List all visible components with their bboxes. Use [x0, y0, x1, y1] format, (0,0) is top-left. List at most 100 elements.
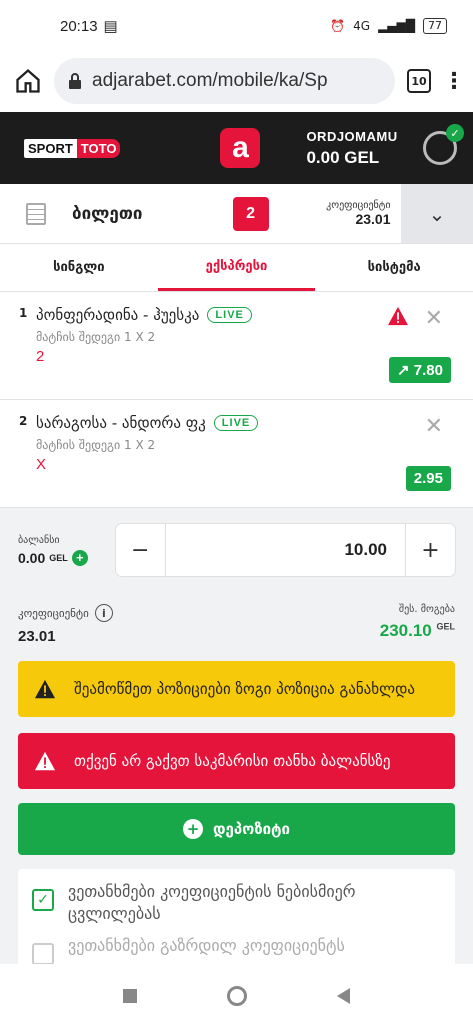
odds-changed-alert: შეამოწმეთ პოზიციები ზოგი პოზიცია განახლდ… — [18, 661, 455, 717]
signal-icon: ▂▄▆█ — [378, 19, 415, 33]
odds-changed-text: შეამოწმეთ პოზიციები ზოგი პოზიცია განახლდ… — [74, 680, 415, 698]
match-name[interactable]: სარაგოსა - ანდორა ფკ — [36, 414, 206, 432]
app-header: SPORT TOTO a ORDJOMAMU 0.00 GEL ✓ — [0, 112, 473, 184]
odds-badge[interactable]: 2.95 — [405, 466, 451, 491]
stake-stepper: − 10.00 + — [115, 524, 455, 576]
selection-count-badge: 2 — [232, 196, 269, 231]
stake-input[interactable]: 10.00 — [166, 540, 405, 560]
info-icon[interactable]: i — [94, 604, 113, 622]
ticket-coef-label: კოეფიციენტი — [326, 200, 391, 211]
home-icon[interactable] — [14, 67, 42, 95]
selection-number: 2 — [19, 414, 28, 428]
total-coef-value: 23.01 — [18, 628, 56, 645]
summary-row: კოეფიციენტი i 23.01 შეს. მოგება 230.10 G… — [18, 604, 455, 645]
selection-item: 2 სარაგოსა - ანდორა ფკ LIVE მატჩის შედეგ… — [0, 400, 473, 508]
plus-circle-icon: + — [182, 819, 203, 839]
possible-win: შეს. მოგება 230.10 GEL — [380, 604, 455, 645]
battery-icon: 77 — [423, 18, 447, 34]
agree-odds-change-checkbox[interactable]: ✓ — [32, 889, 54, 911]
remove-selection-icon[interactable]: ✕ — [425, 414, 443, 439]
selection-item: 1 პონფერადინა - ჰუესკა LIVE მატჩის შედეგ… — [0, 292, 473, 400]
address-bar[interactable]: adjarabet.com/mobile/ka/Sp — [54, 58, 395, 104]
logo-toto-text: TOTO — [76, 138, 121, 158]
increase-stake-button[interactable]: + — [405, 524, 455, 576]
network-label: 4G — [353, 19, 371, 33]
odds-badge[interactable]: ↗ 7.80 — [389, 357, 451, 383]
system-nav-bar — [0, 968, 473, 1024]
possible-win-label: შეს. მოგება — [398, 604, 455, 615]
agree-boosted-odds-label: ვეთანხმები გაზრდილ კოეფიციენტს — [68, 936, 345, 955]
agreements-box: ✓ ვეთანხმები კოეფიციენტის ნებისმიერ ცვლი… — [18, 869, 455, 964]
remove-selection-icon[interactable]: ✕ — [425, 306, 443, 331]
insufficient-balance-text: თქვენ არ გაქვთ საკმარისი თანხა ბალანსზე — [74, 752, 391, 770]
selection-pick: X — [36, 456, 47, 473]
agree-odds-change-label: ვეთანხმები კოეფიციენტის ნებისმიერ ცვლილე… — [68, 882, 356, 923]
lock-icon — [69, 73, 81, 89]
add-funds-icon[interactable]: + — [71, 549, 88, 566]
url-text: adjarabet.com/mobile/ka/Sp — [92, 70, 328, 91]
total-coefficient: კოეფიციენტი i 23.01 — [18, 604, 113, 645]
market-name: მატჩის შედეგი 1 X 2 — [36, 330, 156, 344]
header-balance: 0.00 GEL — [306, 147, 380, 167]
browser-menu-icon[interactable]: ⋮ — [443, 69, 465, 94]
deposit-label: დეპოზიტი — [212, 820, 291, 838]
balance-currency: GEL — [49, 552, 68, 563]
match-name[interactable]: პონფერადინა - ჰუესკა — [36, 306, 199, 324]
tab-system[interactable]: სისტემა — [315, 244, 473, 291]
stake-row: ბალანსი 0.00 GEL + − 10.00 + — [18, 524, 455, 576]
sporttoto-logo[interactable]: SPORT TOTO — [24, 138, 121, 158]
decrease-stake-button[interactable]: − — [116, 524, 166, 576]
selection-title: სარაგოსა - ანდორა ფკ LIVE — [36, 414, 453, 432]
odds-value: 7.80 — [413, 362, 443, 379]
user-info[interactable]: ORDJOMAMU 0.00 GEL — [306, 129, 397, 168]
betslip-header: ბილეთი 2 კოეფიციენტი 23.01 ⌄ — [0, 184, 473, 244]
tab-switcher-button[interactable]: 10 — [407, 69, 431, 93]
bet-type-tabs: სინგლი ექსპრესი სისტემა — [0, 244, 473, 292]
balance-value: 0.00 — [18, 549, 46, 566]
alarm-icon: ⏰ — [330, 19, 346, 33]
live-badge: LIVE — [213, 415, 259, 431]
browser-toolbar: adjarabet.com/mobile/ka/Sp 10 ⋮ — [0, 52, 473, 110]
warning-icon — [34, 679, 56, 699]
odds-value: 2.95 — [413, 470, 443, 487]
possible-win-currency: GEL — [436, 621, 455, 632]
status-time: 20:13 ▤ — [60, 17, 118, 36]
balance-value-row: 0.00 GEL + — [18, 549, 88, 566]
total-coef-label: კოეფიციენტი — [18, 606, 89, 620]
tab-express[interactable]: ექსპრესი — [157, 244, 316, 291]
recents-icon[interactable] — [123, 989, 137, 1003]
warning-icon — [34, 751, 56, 771]
tab-single[interactable]: სინგლი — [0, 244, 158, 291]
username: ORDJOMAMU — [306, 128, 398, 144]
ticket-coefficient: კოეფიციენტი 23.01 — [291, 200, 391, 227]
market-name: მატჩის შედეგი 1 X 2 — [36, 438, 156, 452]
logo-sport-text: SPORT — [24, 138, 77, 158]
odds-up-arrow-icon: ↗ — [397, 362, 410, 379]
balance-box: ბალანსი 0.00 GEL + — [18, 535, 88, 566]
home-circle-icon[interactable] — [227, 986, 247, 1006]
warning-icon — [388, 306, 408, 326]
selection-number: 1 — [19, 306, 28, 320]
agree-boosted-odds-checkbox[interactable] — [32, 943, 54, 964]
avatar[interactable]: ✓ — [423, 124, 464, 165]
status-icons: ⏰ 4G ▂▄▆█ 77 — [330, 18, 447, 34]
ticket-coef-value: 23.01 — [355, 211, 391, 227]
total-coef-label-row: კოეფიციენტი i — [18, 604, 113, 622]
possible-win-value: 230.10 — [379, 621, 432, 640]
ticket-icon — [26, 202, 46, 225]
balance-label: ბალანსი — [18, 534, 60, 546]
clock-text: 20:13 — [60, 17, 98, 35]
insufficient-balance-alert: თქვენ არ გაქვთ საკმარისი თანხა ბალანსზე — [18, 733, 455, 789]
live-badge: LIVE — [207, 307, 252, 323]
possible-win-value-row: 230.10 GEL — [380, 621, 455, 641]
notification-icon: ▤ — [103, 18, 118, 35]
agree-boosted-odds-row[interactable]: ვეთანხმები გაზრდილ კოეფიციენტს — [32, 935, 441, 964]
agree-odds-change-row[interactable]: ✓ ვეთანხმები კოეფიციენტის ნებისმიერ ცვლი… — [32, 881, 441, 925]
verified-check-icon: ✓ — [446, 124, 464, 142]
chevron-down-icon[interactable]: ⌄ — [401, 184, 473, 243]
ticket-label: ბილეთი — [72, 203, 143, 224]
deposit-button[interactable]: + დეპოზიტი — [18, 803, 455, 855]
adjarabet-logo-icon[interactable]: a — [220, 128, 261, 168]
back-icon[interactable] — [337, 988, 350, 1004]
status-bar: 20:13 ▤ ⏰ 4G ▂▄▆█ 77 — [0, 0, 473, 52]
